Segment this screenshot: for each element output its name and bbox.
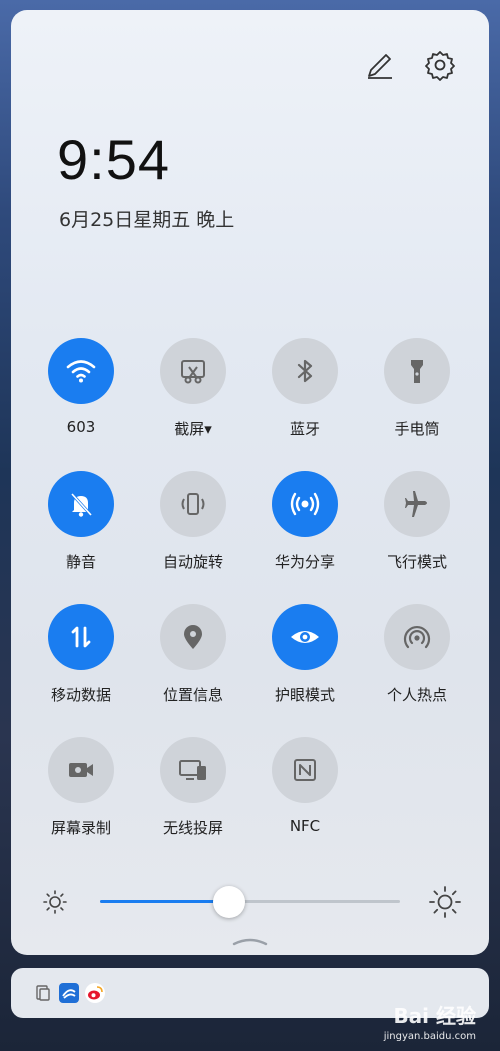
- tile-label: 无线投屏: [162, 819, 223, 837]
- wifi-icon[interactable]: [48, 338, 114, 404]
- tile-hotspot[interactable]: 个人热点: [361, 604, 473, 705]
- tile-flashlight[interactable]: 手电筒: [361, 338, 473, 439]
- tile-label: 603: [66, 418, 96, 436]
- flashlight-icon[interactable]: [384, 338, 450, 404]
- tile-label: 护眼模式: [274, 686, 335, 704]
- screen-record-icon[interactable]: [48, 737, 114, 803]
- watermark-brand: Bai 经验: [393, 1004, 476, 1028]
- tile-label: 移动数据: [50, 686, 111, 704]
- tile-nfc[interactable]: NFC: [249, 737, 361, 835]
- settings-gear-icon[interactable]: [423, 48, 457, 82]
- airplane-icon[interactable]: [384, 471, 450, 537]
- tile-label: 位置信息: [162, 686, 223, 704]
- tile-airplane[interactable]: 飞行模式: [361, 471, 473, 572]
- location-icon[interactable]: [160, 604, 226, 670]
- hotspot-icon[interactable]: [384, 604, 450, 670]
- tile-label: 手电筒: [394, 420, 440, 438]
- brightness-fill: [100, 900, 229, 903]
- baidu-watermark: Bai 经验 jingyan.baidu.com: [384, 1000, 476, 1042]
- tile-eye-comfort[interactable]: 护眼模式: [249, 604, 361, 705]
- watermark-url: jingyan.baidu.com: [383, 1031, 476, 1042]
- clock-time: 9:54: [57, 128, 170, 191]
- tile-label: 华为分享: [274, 553, 335, 571]
- tile-label: 自动旋转: [162, 553, 223, 571]
- tile-bluetooth[interactable]: 蓝牙: [249, 338, 361, 439]
- wireless-projection-icon[interactable]: [160, 737, 226, 803]
- bluetooth-icon[interactable]: [272, 338, 338, 404]
- brightness-thumb[interactable]: [213, 886, 245, 918]
- tile-label: 个人热点: [386, 686, 447, 704]
- dropdown-caret-icon[interactable]: ▾: [204, 420, 212, 438]
- tile-label: 静音: [65, 553, 96, 571]
- mobile-data-icon[interactable]: [48, 604, 114, 670]
- tile-screen-record[interactable]: 屏幕录制: [25, 737, 137, 838]
- edit-pencil-icon[interactable]: [363, 48, 397, 82]
- eye-comfort-icon[interactable]: [272, 604, 338, 670]
- tile-auto-rotate[interactable]: 自动旋转: [137, 471, 249, 572]
- huawei-share-icon[interactable]: [272, 471, 338, 537]
- tile-huawei-share[interactable]: 华为分享: [249, 471, 361, 572]
- tile-wireless-projection[interactable]: 无线投屏: [137, 737, 249, 838]
- weibo-icon: [85, 983, 105, 1003]
- brightness-slider[interactable]: [100, 886, 400, 918]
- nfc-icon[interactable]: [272, 737, 338, 803]
- weibo-browser-icon: [59, 983, 79, 1003]
- brightness-control: [40, 884, 462, 920]
- tile-label: 截屏: [174, 420, 205, 438]
- mute-bell-icon[interactable]: [48, 471, 114, 537]
- top-actions: [363, 48, 457, 82]
- tile-location[interactable]: 位置信息: [137, 604, 249, 705]
- brightness-high-icon: [429, 886, 461, 918]
- clock-date: 6月25日星期五 晚上: [59, 209, 235, 231]
- clipboard-icon: [33, 983, 53, 1003]
- tile-label: NFC: [289, 817, 321, 835]
- auto-rotate-icon[interactable]: [160, 471, 226, 537]
- collapse-handle-icon[interactable]: [232, 936, 268, 946]
- screenshot-icon[interactable]: [160, 338, 226, 404]
- tile-label: 屏幕录制: [50, 819, 111, 837]
- tile-screenshot[interactable]: 截屏▾: [137, 338, 249, 439]
- tile-mute[interactable]: 静音: [25, 471, 137, 572]
- brightness-low-icon: [43, 890, 67, 914]
- tile-wifi[interactable]: 603: [25, 338, 137, 436]
- tile-label: 飞行模式: [386, 553, 447, 571]
- tile-label: 蓝牙: [289, 420, 320, 438]
- tile-mobile-data[interactable]: 移动数据: [25, 604, 137, 705]
